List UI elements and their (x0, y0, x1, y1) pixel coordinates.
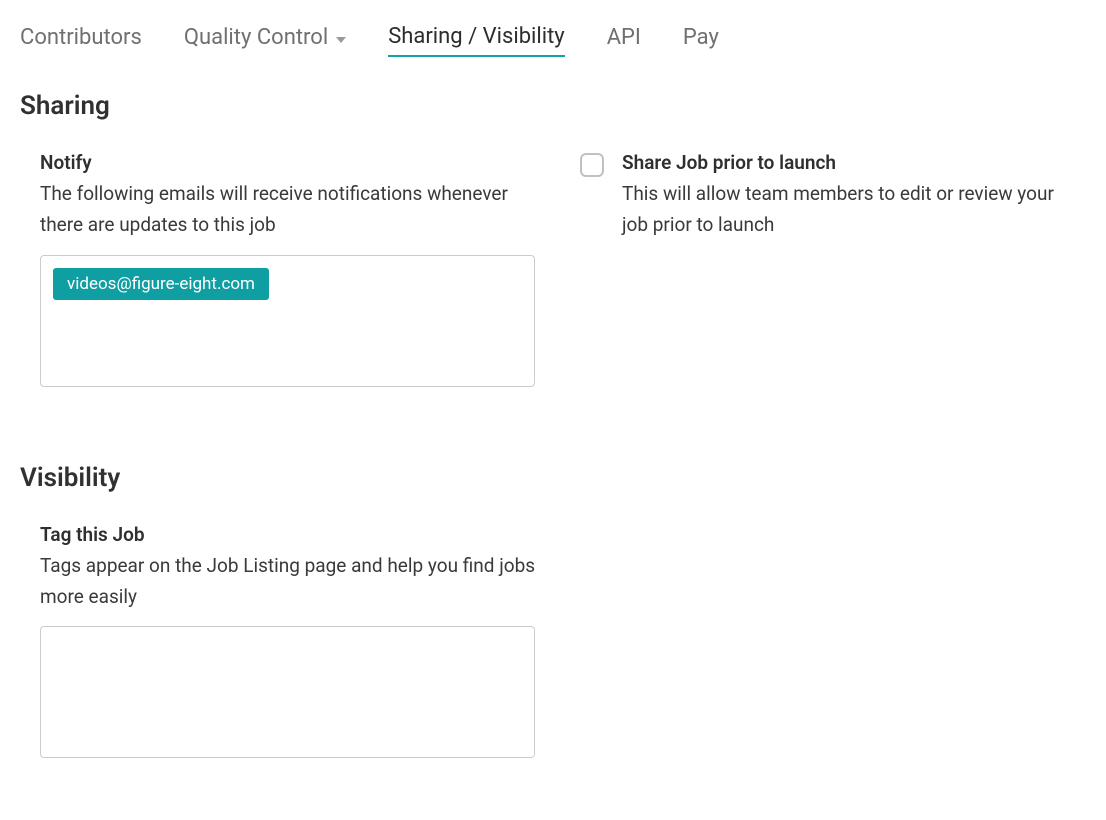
tab-bar: Contributors Quality Control Sharing / V… (0, 0, 1106, 57)
tag-block: Tag this Job Tags appear on the Job List… (20, 523, 540, 759)
tab-sharing-visibility[interactable]: Sharing / Visibility (388, 24, 565, 57)
notify-emails-input[interactable]: videos@figure-eight.com (40, 255, 535, 387)
tab-quality-control-label: Quality Control (184, 25, 328, 50)
sharing-heading: Sharing (20, 91, 1086, 121)
share-prior-checkbox[interactable] (580, 153, 604, 177)
tag-desc: Tags appear on the Job Listing page and … (40, 550, 540, 613)
tab-api[interactable]: API (607, 25, 641, 56)
share-prior-desc: This will allow team members to edit or … (622, 178, 1056, 241)
share-prior-block: Share Job prior to launch This will allo… (580, 151, 1086, 387)
tab-quality-control[interactable]: Quality Control (184, 25, 346, 56)
tag-input[interactable] (40, 626, 535, 758)
caret-down-icon (336, 37, 346, 43)
notify-desc: The following emails will receive notifi… (40, 178, 540, 241)
tab-pay[interactable]: Pay (683, 25, 719, 56)
tag-title: Tag this Job (40, 523, 540, 546)
email-chip[interactable]: videos@figure-eight.com (53, 268, 269, 300)
share-prior-title: Share Job prior to launch (622, 151, 1056, 174)
sharing-row: Notify The following emails will receive… (20, 151, 1086, 387)
tab-contributors[interactable]: Contributors (20, 25, 142, 56)
page-content: Sharing Notify The following emails will… (0, 57, 1106, 778)
notify-block: Notify The following emails will receive… (20, 151, 540, 387)
visibility-heading: Visibility (20, 463, 1086, 493)
notify-title: Notify (40, 151, 540, 174)
